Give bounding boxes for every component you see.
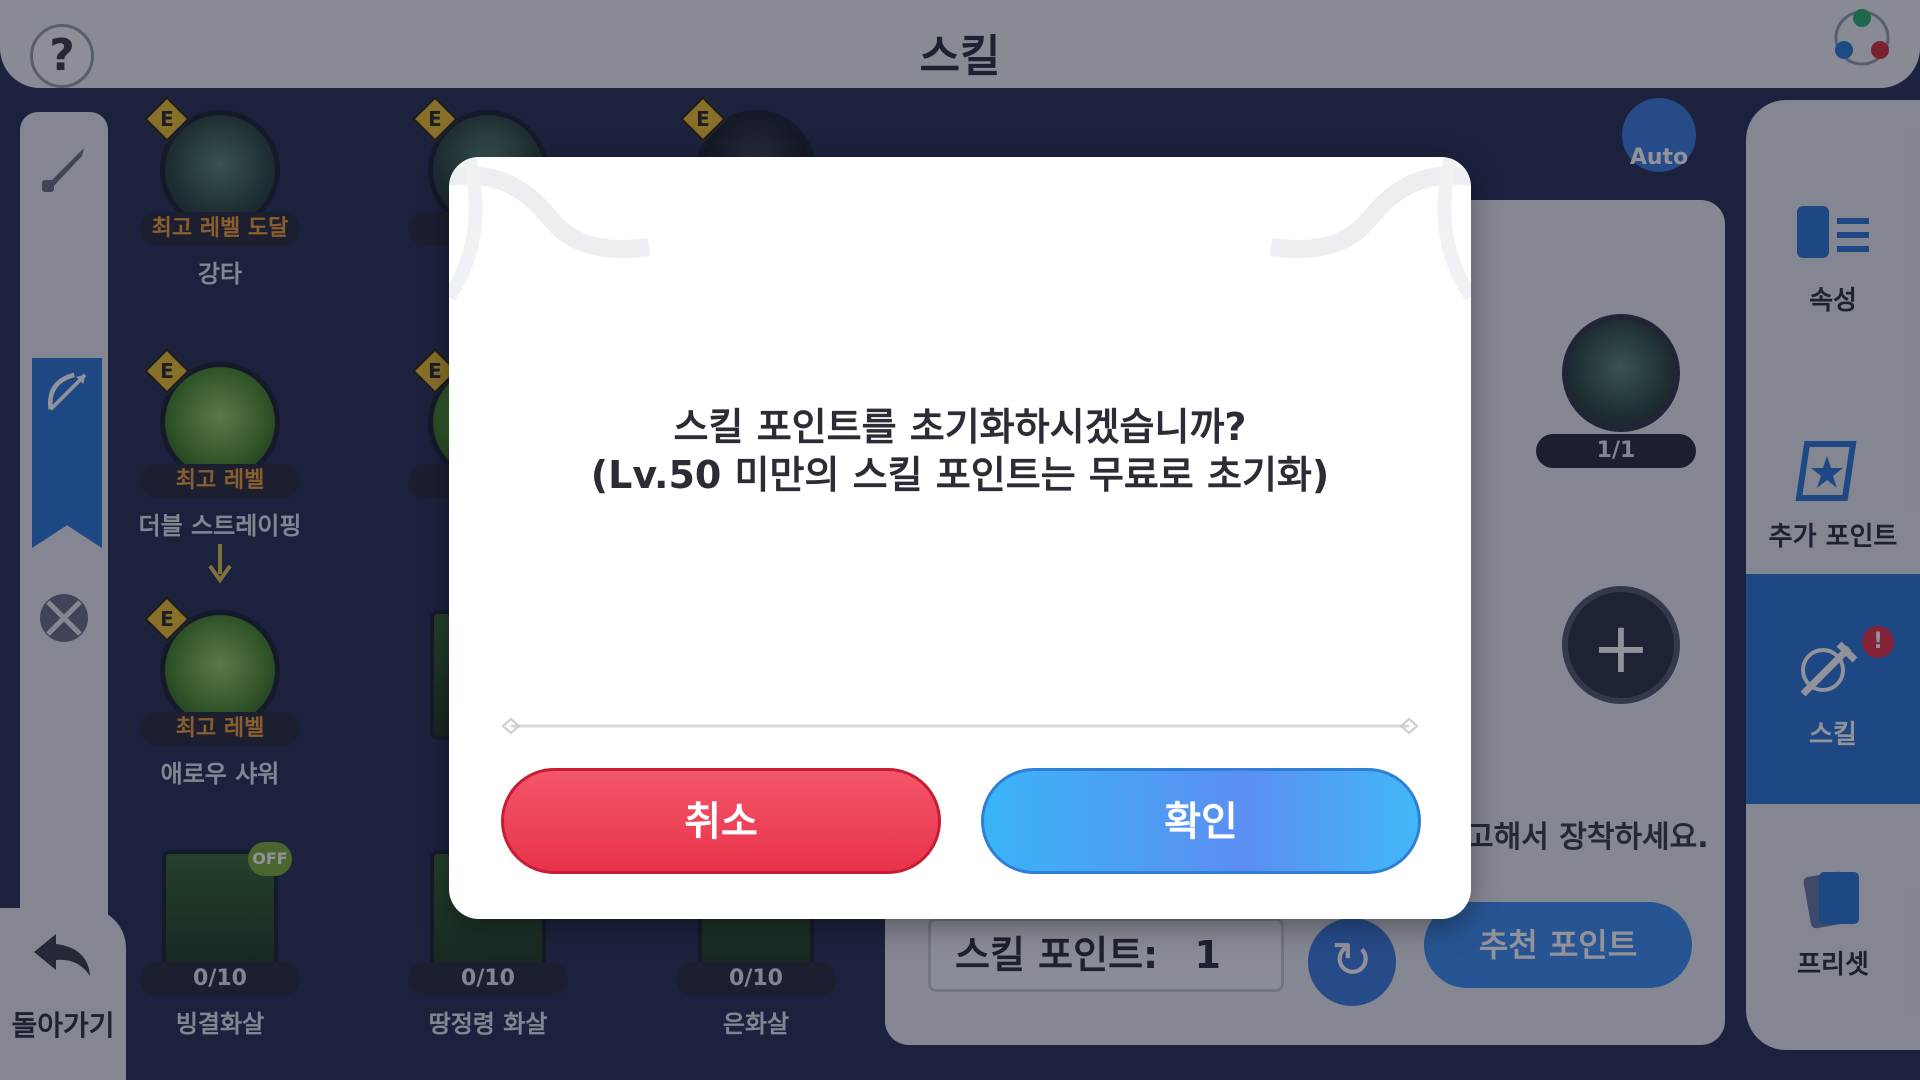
cancel-button[interactable]: 취소 (501, 768, 941, 874)
dialog-ornament (449, 157, 651, 301)
dialog-divider (501, 717, 1419, 735)
dialog-message-line2: (Lv.50 미만의 스킬 포인트는 무료로 초기화) (590, 453, 1330, 497)
confirm-button[interactable]: 확인 (981, 768, 1421, 874)
reset-skill-points-dialog: 스킬 포인트를 초기화하시겠습니까? (Lv.50 미만의 스킬 포인트는 무료… (449, 157, 1471, 919)
dialog-ornament (1269, 157, 1471, 301)
dialog-message: 스킬 포인트를 초기화하시겠습니까? (Lv.50 미만의 스킬 포인트는 무료… (449, 403, 1471, 499)
dialog-message-line1: 스킬 포인트를 초기화하시겠습니까? (673, 405, 1247, 449)
